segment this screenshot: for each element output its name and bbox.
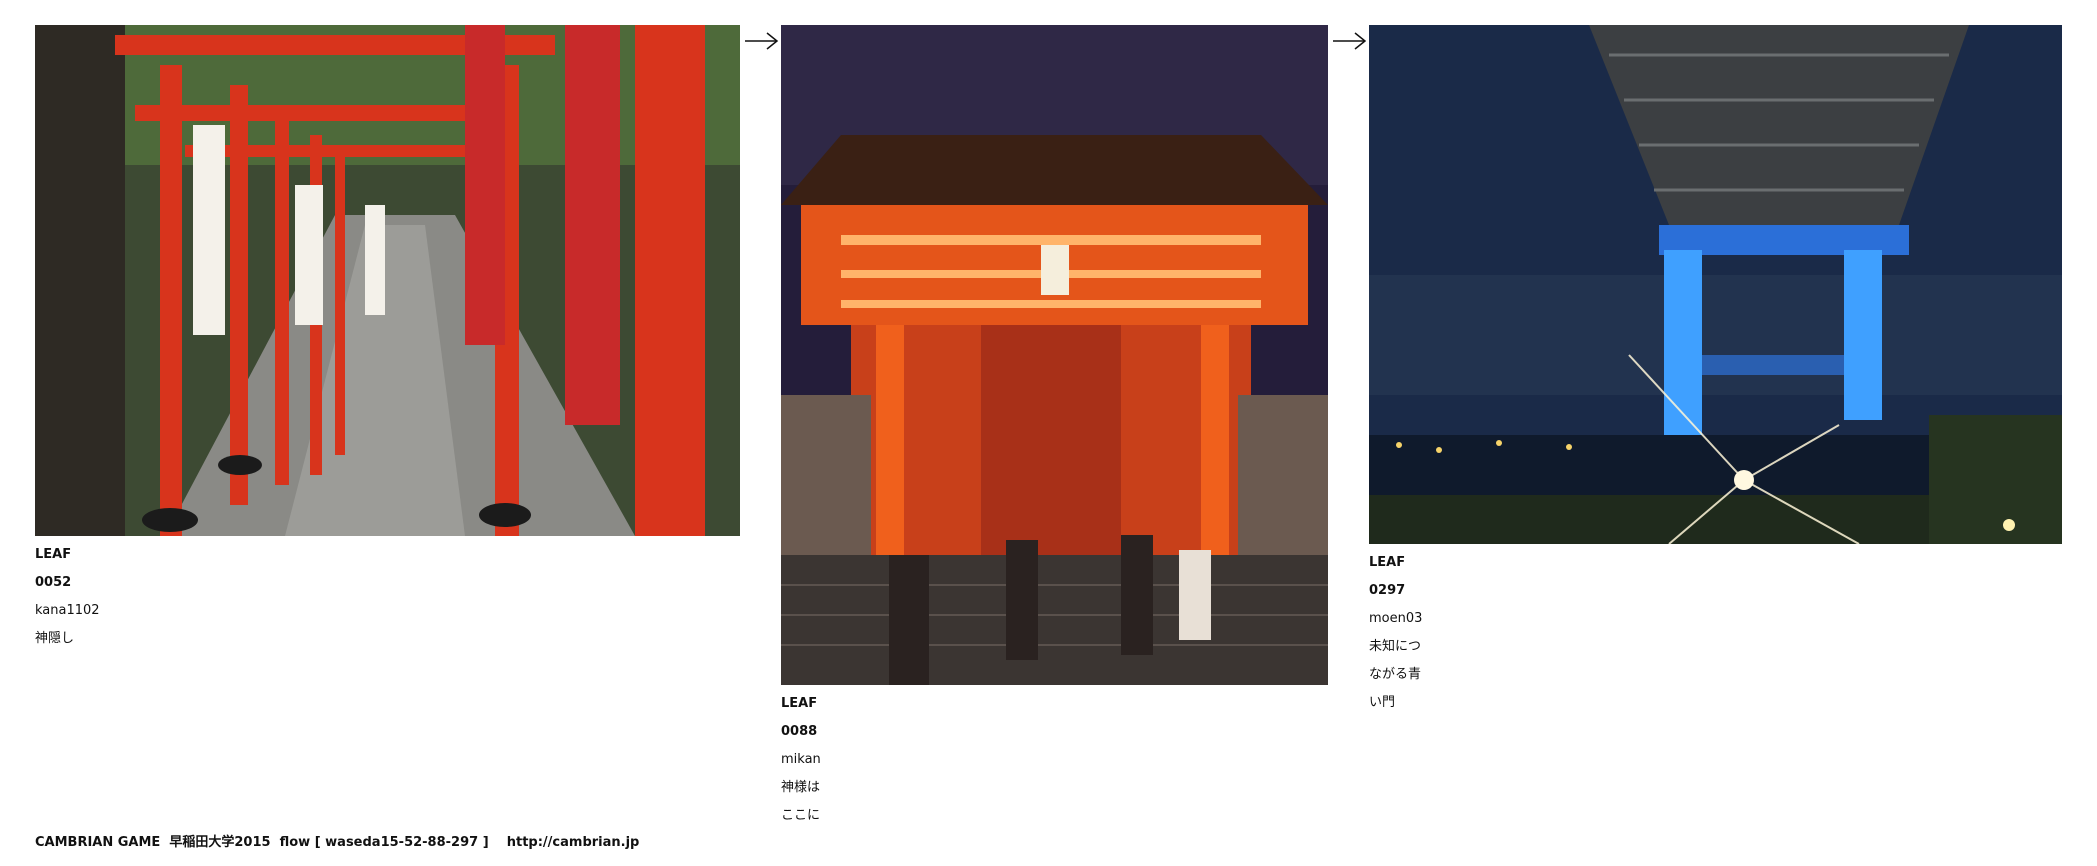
footer-credit[interactable]: CAMBRIAN GAME 早稲田大学2015 flow [ waseda15-… (35, 831, 639, 850)
leaf-title: 未知につながる青い門 (1369, 639, 1422, 710)
arrow-right-icon (745, 32, 779, 50)
arrow-right-icon (1333, 32, 1367, 50)
leaf-id: LEAF 0088 (781, 696, 818, 739)
leaf-user[interactable]: moen03 (1369, 605, 1422, 633)
leaf-photo-blue-bridge[interactable] (1369, 25, 2062, 544)
leaf-id: LEAF 0052 (35, 547, 72, 590)
leaf-title: 神様はここに (781, 780, 821, 823)
leaf-photo-shrine-gate[interactable] (781, 25, 1328, 685)
leaf-photo-torii-tunnel[interactable] (35, 25, 740, 536)
leaf-user[interactable]: kana1102 (35, 597, 100, 625)
leaf-id: LEAF 0297 (1369, 555, 1406, 598)
leaf-user[interactable]: mikan (781, 746, 821, 774)
leaf-title: 神隠し (35, 631, 75, 646)
